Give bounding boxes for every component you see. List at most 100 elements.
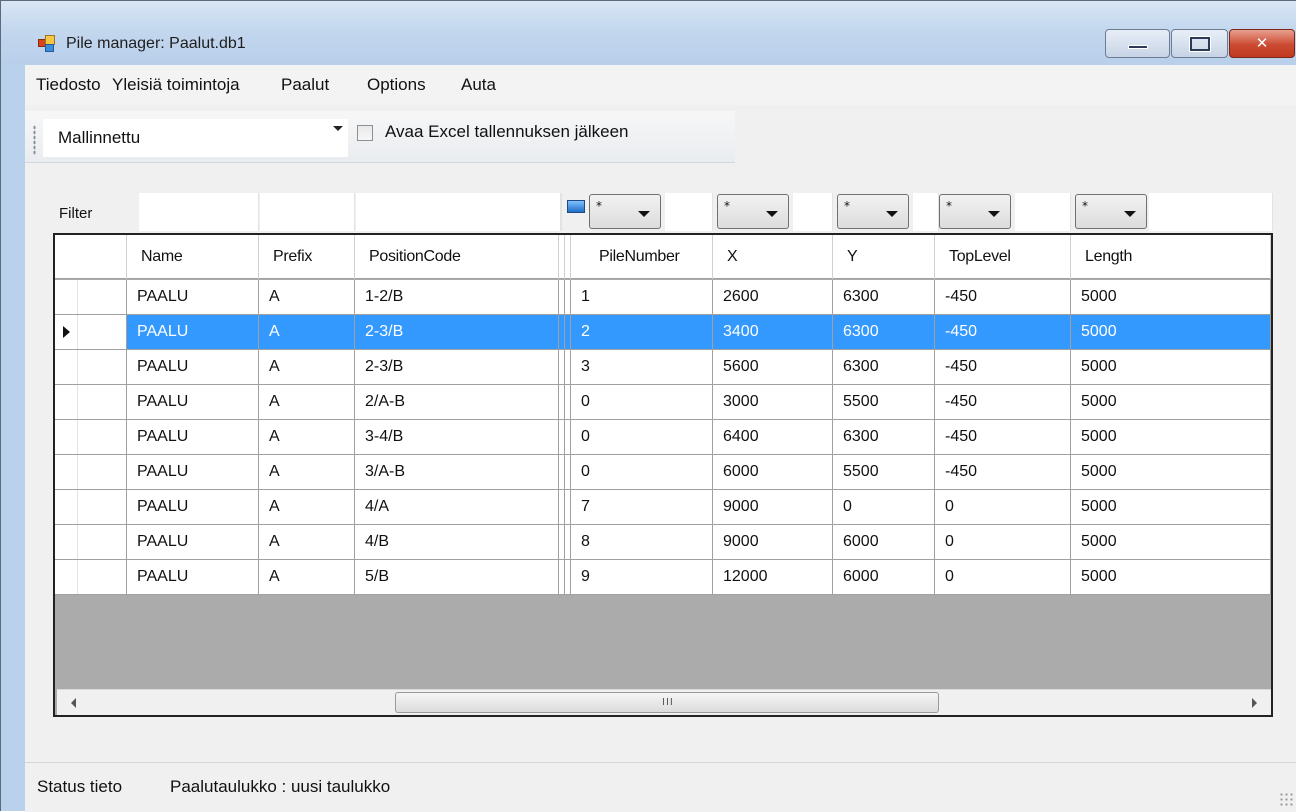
cell-x[interactable]: 12000: [713, 560, 833, 594]
cell-name[interactable]: PAALU: [127, 560, 259, 594]
maximize-button[interactable]: [1171, 29, 1228, 58]
table-row[interactable]: PAALU A 1-2/B 1 2600 6300 -450 5000: [55, 280, 1271, 315]
open-excel-label[interactable]: Avaa Excel tallennuksen jälkeen: [385, 122, 629, 142]
cell-pilenumber[interactable]: 0: [571, 455, 713, 489]
table-row[interactable]: PAALU A 3-4/B 0 6400 6300 -450 5000: [55, 420, 1271, 455]
scroll-right-icon[interactable]: [1252, 698, 1257, 708]
cell-positioncode[interactable]: 3/A-B: [355, 455, 559, 489]
cell-y[interactable]: 5500: [833, 455, 935, 489]
cell-positioncode[interactable]: 3-4/B: [355, 420, 559, 454]
cell-name[interactable]: PAALU: [127, 350, 259, 384]
row-header[interactable]: [55, 455, 127, 489]
header-y[interactable]: Y: [833, 235, 935, 279]
cell-prefix[interactable]: A: [259, 455, 355, 489]
cell-pilenumber[interactable]: 3: [571, 350, 713, 384]
cell-length[interactable]: 5000: [1071, 385, 1271, 419]
table-row[interactable]: PAALU A 2-3/B 2 3400 6300 -450 5000: [55, 315, 1271, 350]
cell-name[interactable]: PAALU: [127, 420, 259, 454]
row-header[interactable]: [55, 385, 127, 419]
header-positioncode[interactable]: PositionCode: [355, 235, 559, 279]
menu-options[interactable]: Options: [367, 75, 426, 95]
cell-positioncode[interactable]: 4/A: [355, 490, 559, 524]
filter-name-input[interactable]: [139, 193, 259, 231]
menu-paalut[interactable]: Paalut: [281, 75, 329, 95]
row-header[interactable]: [55, 315, 127, 349]
cell-name[interactable]: PAALU: [127, 315, 259, 349]
horizontal-scrollbar[interactable]: III: [57, 689, 1271, 715]
cell-prefix[interactable]: A: [259, 490, 355, 524]
toolstrip-grip[interactable]: [33, 125, 36, 155]
cell-x[interactable]: 9000: [713, 525, 833, 559]
menu-yleisia-toimintoja[interactable]: Yleisiä toimintoja: [112, 75, 240, 95]
cell-length[interactable]: 5000: [1071, 350, 1271, 384]
header-pilenumber[interactable]: PileNumber: [571, 235, 713, 279]
cell-name[interactable]: PAALU: [127, 490, 259, 524]
cell-prefix[interactable]: A: [259, 315, 355, 349]
table-row[interactable]: PAALU A 3/A-B 0 6000 5500 -450 5000: [55, 455, 1271, 490]
cell-length[interactable]: 5000: [1071, 280, 1271, 314]
cell-pilenumber[interactable]: 8: [571, 525, 713, 559]
filter-pilenumber-dropdown[interactable]: *: [589, 194, 661, 229]
header-name[interactable]: Name: [127, 235, 259, 279]
header-length[interactable]: Length: [1071, 235, 1271, 279]
cell-y[interactable]: 6300: [833, 280, 935, 314]
cell-x[interactable]: 3400: [713, 315, 833, 349]
cell-positioncode[interactable]: 1-2/B: [355, 280, 559, 314]
cell-length[interactable]: 5000: [1071, 420, 1271, 454]
cell-positioncode[interactable]: 2-3/B: [355, 315, 559, 349]
cell-pilenumber[interactable]: 1: [571, 280, 713, 314]
cell-prefix[interactable]: A: [259, 280, 355, 314]
piles-grid[interactable]: Name Prefix PositionCode PileNumber X Y …: [53, 233, 1273, 717]
scroll-thumb[interactable]: III: [395, 692, 939, 713]
title-bar[interactable]: Pile manager: Paalut.db1 ✕: [1, 1, 1296, 65]
view-select[interactable]: Mallinnettu: [43, 119, 348, 157]
row-header[interactable]: [55, 525, 127, 559]
cell-prefix[interactable]: A: [259, 385, 355, 419]
cell-y[interactable]: 6300: [833, 315, 935, 349]
cell-toplevel[interactable]: -450: [935, 385, 1071, 419]
filter-length-dropdown[interactable]: *: [1075, 194, 1147, 229]
table-row[interactable]: PAALU A 2-3/B 3 5600 6300 -450 5000: [55, 350, 1271, 385]
cell-x[interactable]: 9000: [713, 490, 833, 524]
table-row[interactable]: PAALU A 5/B 9 12000 6000 0 5000: [55, 560, 1271, 595]
cell-toplevel[interactable]: -450: [935, 420, 1071, 454]
cell-toplevel[interactable]: -450: [935, 455, 1071, 489]
cell-positioncode[interactable]: 2-3/B: [355, 350, 559, 384]
cell-y[interactable]: 5500: [833, 385, 935, 419]
cell-positioncode[interactable]: 2/A-B: [355, 385, 559, 419]
cell-toplevel[interactable]: -450: [935, 315, 1071, 349]
cell-pilenumber[interactable]: 2: [571, 315, 713, 349]
filter-prefix-input[interactable]: [260, 193, 355, 231]
table-row[interactable]: PAALU A 4/A 7 9000 0 0 5000: [55, 490, 1271, 525]
cell-name[interactable]: PAALU: [127, 455, 259, 489]
row-header[interactable]: [55, 490, 127, 524]
resize-grip-icon[interactable]: [1279, 792, 1293, 806]
row-header[interactable]: [55, 420, 127, 454]
cell-pilenumber[interactable]: 7: [571, 490, 713, 524]
cell-length[interactable]: 5000: [1071, 560, 1271, 594]
cell-x[interactable]: 2600: [713, 280, 833, 314]
cell-x[interactable]: 3000: [713, 385, 833, 419]
cell-toplevel[interactable]: -450: [935, 280, 1071, 314]
minimize-button[interactable]: [1105, 29, 1170, 58]
row-header[interactable]: [55, 560, 127, 594]
cell-toplevel[interactable]: -450: [935, 350, 1071, 384]
cell-length[interactable]: 5000: [1071, 455, 1271, 489]
cell-positioncode[interactable]: 5/B: [355, 560, 559, 594]
cell-length[interactable]: 5000: [1071, 315, 1271, 349]
cell-x[interactable]: 5600: [713, 350, 833, 384]
cell-pilenumber[interactable]: 9: [571, 560, 713, 594]
cell-length[interactable]: 5000: [1071, 490, 1271, 524]
cell-x[interactable]: 6400: [713, 420, 833, 454]
open-excel-checkbox[interactable]: [357, 125, 373, 141]
cell-length[interactable]: 5000: [1071, 525, 1271, 559]
cell-name[interactable]: PAALU: [127, 385, 259, 419]
cell-name[interactable]: PAALU: [127, 280, 259, 314]
cell-pilenumber[interactable]: 0: [571, 420, 713, 454]
header-prefix[interactable]: Prefix: [259, 235, 355, 279]
cell-toplevel[interactable]: 0: [935, 560, 1071, 594]
header-toplevel[interactable]: TopLevel: [935, 235, 1071, 279]
row-header[interactable]: [55, 280, 127, 314]
table-row[interactable]: PAALU A 2/A-B 0 3000 5500 -450 5000: [55, 385, 1271, 420]
cell-positioncode[interactable]: 4/B: [355, 525, 559, 559]
